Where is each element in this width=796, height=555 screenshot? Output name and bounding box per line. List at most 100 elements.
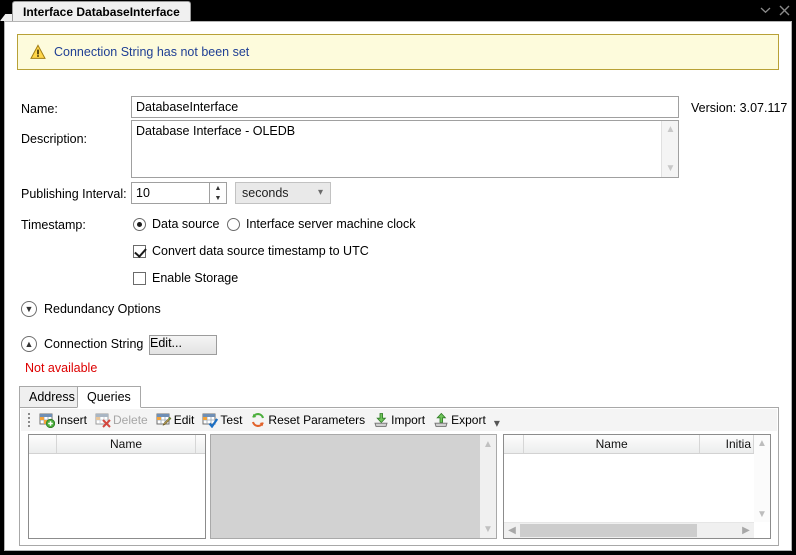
grid-delete-icon (95, 412, 111, 428)
refresh-icon (250, 412, 266, 428)
version-text: Version: 3.07.117 (691, 101, 787, 115)
publishing-interval-label: Publishing Interval: (21, 187, 127, 201)
toolbar-export-label: Export (451, 413, 486, 427)
parameters-grid-vscrollbar[interactable]: ▲ ▼ (754, 435, 770, 522)
toolbar-export-button[interactable]: Export (429, 410, 490, 430)
queries-grid-col-name[interactable]: Name (57, 435, 196, 453)
toolbar-grip-icon[interactable] (24, 412, 33, 428)
section-redundancy-options[interactable]: ▼ Redundancy Options (21, 301, 161, 317)
window-titlebar: Interface DatabaseInterface (0, 0, 796, 21)
description-label: Description: (21, 132, 87, 146)
name-input[interactable] (131, 96, 679, 118)
toolbar-insert-button[interactable]: Insert (35, 410, 91, 430)
checkbox-icon (133, 245, 146, 258)
close-icon[interactable] (776, 2, 792, 18)
publishing-unit-select[interactable]: seconds ▾ (235, 182, 331, 204)
toolbar-reset-parameters-label: Reset Parameters (268, 413, 365, 427)
chevron-down-icon[interactable]: ▼ (754, 506, 770, 522)
timestamp-label: Timestamp: (21, 218, 86, 232)
toolbar-reset-parameters-button[interactable]: Reset Parameters (246, 410, 369, 430)
toolbar-overflow-icon[interactable]: ▾ (494, 416, 500, 431)
warning-triangle-icon (30, 44, 46, 60)
chevron-up-icon[interactable]: ▲ (754, 435, 770, 451)
edit-connection-string-button[interactable]: Edit... (149, 335, 217, 355)
radio-icon (133, 218, 146, 231)
tab-queries[interactable]: Queries (77, 386, 141, 408)
parameters-grid-hscrollbar[interactable]: ◀ ▶ (504, 522, 754, 538)
window-title: Interface DatabaseInterface (23, 5, 180, 19)
close-glyph (779, 5, 790, 16)
toolbar-test-label: Test (220, 413, 242, 427)
chevron-down-icon[interactable]: ▼ (480, 521, 496, 537)
query-preview-panel: ▲ ▼ (210, 434, 497, 539)
radio-icon (227, 218, 240, 231)
name-label: Name: (21, 102, 58, 116)
parameters-grid[interactable]: Name Initia ▲ ▼ ◀ ▶ (503, 434, 771, 539)
checkbox-enable-storage-label: Enable Storage (152, 271, 238, 285)
publishing-unit-value: seconds (242, 186, 289, 200)
tab-address[interactable]: Address (19, 386, 85, 408)
dialog-inner: Connection String has not been set Name:… (5, 22, 791, 550)
queries-grid-body[interactable] (29, 454, 205, 538)
parameters-grid-col-0[interactable] (504, 435, 524, 453)
queries-grid-header: Name (29, 435, 205, 454)
connection-string-label: Connection String (44, 337, 143, 351)
connection-string-status: Not available (25, 361, 97, 375)
description-input[interactable] (132, 121, 656, 177)
checkbox-enable-storage[interactable]: Enable Storage (133, 271, 238, 285)
checkbox-convert-utc[interactable]: Convert data source timestamp to UTC (133, 244, 369, 258)
warning-banner: Connection String has not been set (17, 34, 779, 70)
chevron-down-icon[interactable]: ▼ (662, 160, 679, 177)
stepper-down-icon[interactable]: ▼ (210, 193, 226, 203)
toolbar-edit-button[interactable]: Edit (152, 410, 199, 430)
queries-toolbar: Insert Delete (21, 409, 777, 431)
queries-tab-panel: Insert Delete (19, 408, 779, 546)
toolbar-import-label: Import (391, 413, 425, 427)
radio-server-clock-label: Interface server machine clock (246, 217, 416, 231)
chevron-down-icon[interactable] (757, 2, 773, 18)
publishing-interval-input[interactable] (132, 183, 209, 203)
chevron-down-icon: ▾ (318, 187, 323, 198)
chevron-right-icon[interactable]: ▶ (738, 523, 754, 538)
tab-queries-label: Queries (87, 390, 131, 404)
checkbox-icon (133, 272, 146, 285)
description-field-wrap: ▲ ▼ (131, 120, 679, 178)
redundancy-options-label: Redundancy Options (44, 302, 161, 316)
radio-data-source[interactable]: Data source (133, 217, 219, 231)
queries-grid[interactable]: Name (28, 434, 206, 539)
chevron-left-icon[interactable]: ◀ (504, 523, 520, 538)
tab-address-label: Address (29, 390, 75, 404)
parameters-grid-col-name[interactable]: Name (524, 435, 701, 453)
window-title-tab[interactable]: Interface DatabaseInterface (12, 1, 191, 21)
grid-edit-icon (156, 412, 172, 428)
parameters-grid-body[interactable] (504, 454, 754, 522)
chevron-up-icon[interactable]: ▲ (480, 436, 496, 452)
toolbar-test-button[interactable]: Test (198, 410, 246, 430)
export-arrow-icon (433, 412, 449, 428)
queries-grid-col-0[interactable] (29, 435, 57, 453)
radio-data-source-label: Data source (152, 217, 219, 231)
checkbox-convert-utc-label: Convert data source timestamp to UTC (152, 244, 369, 258)
hscrollbar-thumb[interactable] (520, 524, 697, 537)
tabstrip: Address Queries (19, 386, 779, 408)
import-arrow-icon (373, 412, 389, 428)
query-preview-scrollbar[interactable]: ▲ ▼ (480, 435, 496, 538)
warning-message: Connection String has not been set (54, 45, 249, 59)
warning-glyph (30, 44, 46, 60)
radio-server-clock[interactable]: Interface server machine clock (227, 217, 416, 231)
chevron-down-icon: ▼ (21, 301, 37, 317)
stepper-buttons[interactable]: ▲ ▼ (209, 183, 226, 203)
grid-add-icon (39, 412, 55, 428)
chevron-up-icon[interactable]: ▲ (662, 121, 679, 138)
description-scrollbar[interactable]: ▲ ▼ (661, 121, 678, 177)
grid-test-icon (202, 412, 218, 428)
stepper-up-icon[interactable]: ▲ (210, 183, 226, 193)
section-connection-string[interactable]: ▲ Connection String (21, 336, 143, 352)
parameters-grid-header: Name Initia (504, 435, 754, 454)
dialog-client-area: Connection String has not been set Name:… (4, 21, 792, 551)
toolbar-import-button[interactable]: Import (369, 410, 429, 430)
parameters-grid-col-initial[interactable]: Initia (700, 435, 754, 453)
toolbar-delete-label: Delete (113, 413, 148, 427)
toolbar-insert-label: Insert (57, 413, 87, 427)
publishing-interval-stepper[interactable]: ▲ ▼ (131, 182, 227, 204)
